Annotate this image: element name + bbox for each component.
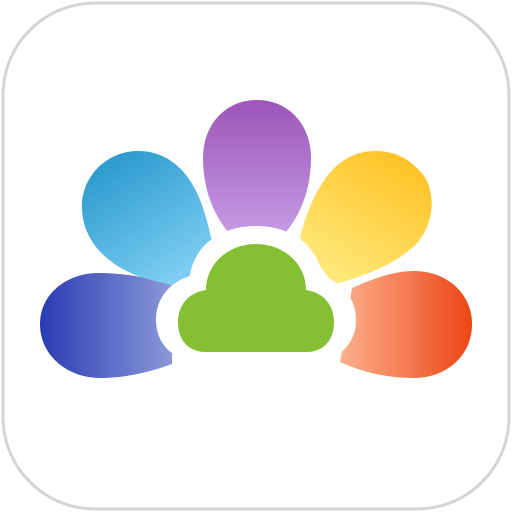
petal-cloud-app-icon xyxy=(1,1,511,511)
app-icon-canvas xyxy=(0,0,512,512)
petal-purple xyxy=(203,100,311,232)
petal-orange xyxy=(340,271,472,378)
petal-dark-blue xyxy=(40,273,172,378)
